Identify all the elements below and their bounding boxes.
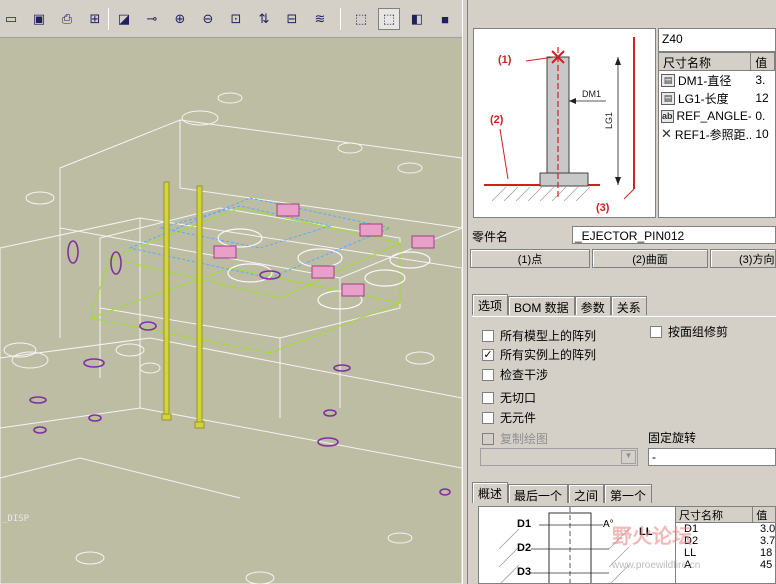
save-icon[interactable]: ▣ — [28, 8, 50, 30]
toolbar: ▭ ▣ ⎙ ⊞ ◪ ⊸ ⊕ ⊖ ⊡ ⇅ ⊟ ≋ ⬚ ⬚ ◧ ■ — [0, 0, 462, 38]
refit-icon[interactable]: ⊡ — [225, 8, 247, 30]
no-hidden-icon[interactable]: ⬚ — [378, 8, 400, 30]
view-icon[interactable]: ◪ — [113, 8, 135, 30]
shade-icon[interactable]: ◧ — [406, 8, 428, 30]
no-component-checkbox[interactable]: 无元件 — [482, 409, 536, 426]
spin-icon[interactable]: ⇅ — [253, 8, 275, 30]
watermark-url: www.proewildfire.cn — [612, 560, 701, 571]
view-label: _DISP — [2, 514, 30, 524]
col-header-name[interactable]: 尺寸名称 — [659, 53, 752, 70]
label-p1: (1) — [498, 54, 512, 66]
pattern-tabs: 概述 最后一个 之间 第一个 — [472, 482, 653, 503]
model-viewport[interactable]: _DISP — [0, 38, 462, 584]
pin-diagram: (1) (2) (3) DM1 LG1 — [473, 28, 656, 218]
watermark-text: 野火论坛 — [612, 526, 692, 548]
tab-options[interactable]: 选项 — [472, 294, 509, 315]
shade-full-icon[interactable]: ■ — [434, 8, 456, 30]
option-tabs: 选项 BOM 数据 参数 关系 — [472, 294, 647, 315]
pattern-all-models-checkbox[interactable]: 所有模型上的阵列 — [482, 327, 596, 344]
ab-icon: ab — [661, 109, 674, 123]
table-row[interactable]: ▤ LG1-长度 12 — [659, 89, 775, 107]
part-name-field[interactable]: _EJECTOR_PIN012 — [572, 226, 776, 244]
ejector-pin-panel: (1) (2) (3) DM1 LG1 Z40 尺寸名称 值 ▤ DM1-直径 3… — [468, 0, 776, 584]
table-row[interactable]: abREF_ANGLE-... 0. — [659, 107, 775, 125]
check-interference-checkbox[interactable]: 检查干涉 — [482, 366, 548, 383]
mold-wireframe — [0, 92, 462, 584]
label-p3: (3) — [596, 202, 610, 214]
layer-icon[interactable]: ⊟ — [281, 8, 303, 30]
dimension-table[interactable]: 尺寸名称 值 ▤ DM1-直径 3. ▤ LG1-长度 12 ab REF_ANGLE… — [658, 52, 776, 218]
label-d2: D2 — [517, 542, 531, 554]
tab-parameters[interactable]: 参数 — [574, 296, 611, 315]
table-row[interactable]: ✕ REF1-参照距... 10 — [659, 125, 775, 143]
part-name-label: 零件名 — [472, 230, 509, 244]
pattern-all-instances-checkbox[interactable]: ✓ 所有实例上的阵列 — [482, 346, 596, 363]
surface-select-button[interactable]: (2)曲面 — [592, 249, 708, 268]
file-icon[interactable]: ▭ — [0, 8, 22, 30]
label-d3: D3 — [517, 566, 531, 578]
tab-bom[interactable]: BOM 数据 — [508, 296, 575, 315]
label-p2: (2) — [490, 114, 504, 126]
table-row[interactable]: ▤ DM1-直径 3. — [659, 71, 775, 89]
zoom-in-icon[interactable]: ⊕ — [169, 8, 191, 30]
tab-overview[interactable]: 概述 — [472, 482, 509, 503]
wireframe-icon[interactable]: ≋ — [309, 8, 331, 30]
tab-first[interactable]: 第一个 — [604, 484, 653, 503]
cross-icon: ✕ — [661, 126, 672, 141]
zoom-out-icon[interactable]: ⊖ — [197, 8, 219, 30]
fixed-rotation-label: 固定旋转 — [648, 431, 697, 445]
col-header-value[interactable]: 值 — [751, 53, 775, 70]
pin-size-field[interactable]: Z40 — [658, 28, 776, 52]
tab-relations[interactable]: 关系 — [610, 296, 647, 315]
tab-between[interactable]: 之间 — [568, 484, 605, 503]
label-d1: D1 — [517, 518, 531, 530]
sketch-icon[interactable]: ⊞ — [84, 8, 106, 30]
print-icon[interactable]: ⎙ — [56, 8, 78, 30]
drawing-combo[interactable]: ▼ — [480, 448, 638, 466]
col-header-value[interactable]: 值 — [753, 507, 775, 522]
copy-drawing-checkbox[interactable]: 复制绘图 — [482, 430, 548, 447]
fixed-rotation-field[interactable]: - — [648, 448, 776, 466]
hidden-line-icon[interactable]: ⬚ — [350, 8, 372, 30]
datum-icon[interactable]: ⊸ — [141, 8, 163, 30]
dim-icon: ▤ — [661, 73, 675, 87]
tab-last[interactable]: 最后一个 — [508, 484, 569, 503]
label-dm1: DM1 — [582, 89, 601, 99]
dim-icon: ▤ — [661, 91, 675, 105]
point-select-button[interactable]: (1)点 — [470, 249, 590, 268]
ejector-pins — [161, 181, 205, 429]
direction-select-button[interactable]: (3)方向 — [710, 249, 776, 268]
chevron-down-icon[interactable]: ▼ — [621, 450, 636, 464]
label-lg1: LG1 — [604, 112, 614, 129]
no-cut-checkbox[interactable]: 无切口 — [482, 389, 536, 406]
trim-by-quilt-checkbox[interactable]: 按面组修剪 — [650, 323, 728, 340]
